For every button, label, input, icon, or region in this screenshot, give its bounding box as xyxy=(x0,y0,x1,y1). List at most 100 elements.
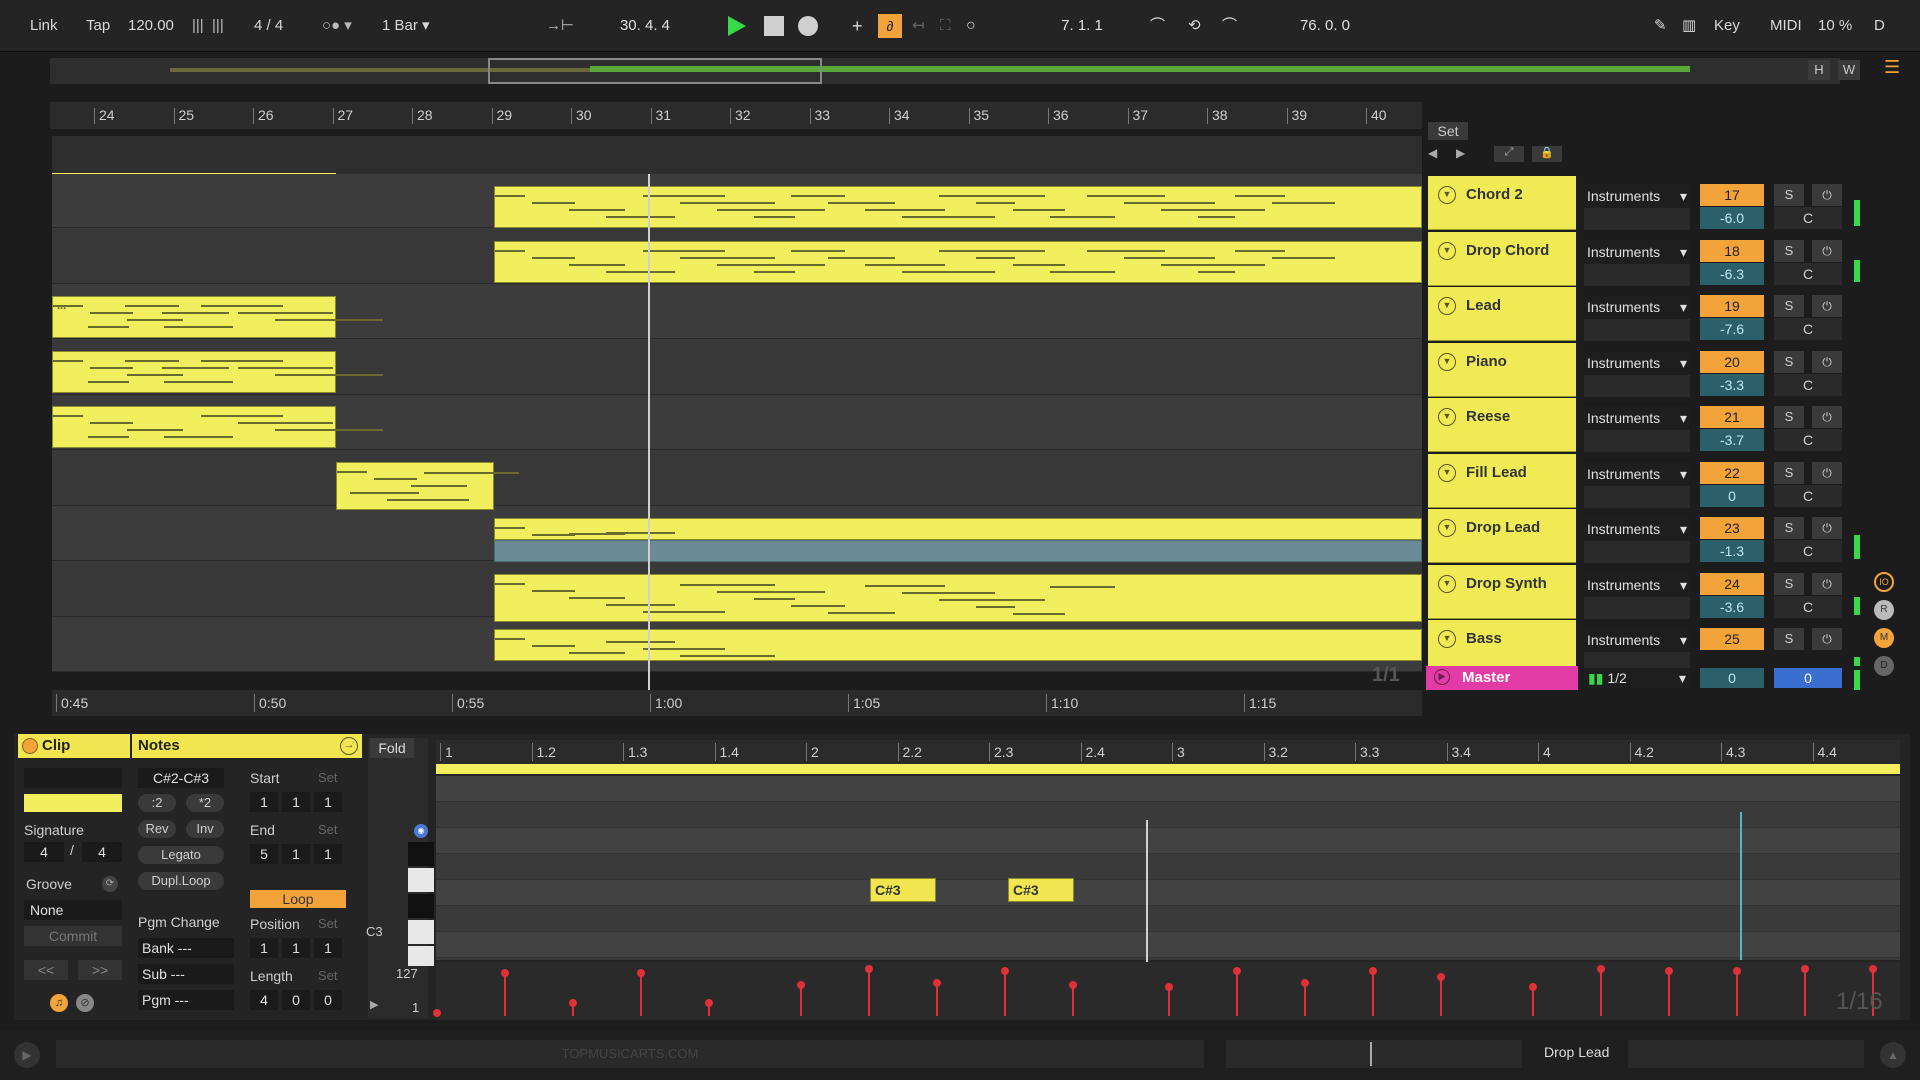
fold-icon[interactable]: ▼ xyxy=(1438,186,1456,204)
groove-hot-swap-icon[interactable]: ⟳ xyxy=(102,876,118,892)
track-activator[interactable]: 18 xyxy=(1700,239,1764,262)
arm-icon[interactable]: ⏻ xyxy=(1812,184,1842,206)
track-header[interactable]: ▼ Drop Synth xyxy=(1428,564,1576,619)
legato-button[interactable]: Legato xyxy=(138,846,224,864)
velocity-marker[interactable] xyxy=(1529,983,1537,1016)
solo-button[interactable]: S xyxy=(1774,572,1804,595)
arm-icon[interactable]: ⏻ xyxy=(1812,239,1842,262)
track-volume[interactable]: -3.6 xyxy=(1700,595,1764,618)
loop-brace[interactable] xyxy=(436,764,1900,774)
piano-key-black[interactable] xyxy=(408,842,434,866)
position-bar[interactable]: 1 xyxy=(250,938,278,958)
envelope-icon[interactable]: ⊘ xyxy=(76,994,94,1012)
position-set-button[interactable]: Set xyxy=(318,916,338,931)
track-activator[interactable]: 17 xyxy=(1700,184,1764,206)
track-monitor-field[interactable] xyxy=(1584,374,1690,397)
loop-toggle[interactable]: Loop xyxy=(250,890,346,908)
midi-clip[interactable] xyxy=(494,629,1422,661)
velocity-editor[interactable] xyxy=(433,962,1900,1020)
signature-denominator[interactable]: 4 xyxy=(82,842,122,862)
track-pan[interactable]: C xyxy=(1774,373,1842,396)
track-activator[interactable]: 24 xyxy=(1700,572,1764,595)
track-header[interactable]: ▼ Drop Lead xyxy=(1428,509,1576,563)
solo-button[interactable]: S xyxy=(1774,406,1804,428)
velocity-marker[interactable] xyxy=(1733,967,1741,1016)
track-monitor-field[interactable] xyxy=(1584,596,1690,619)
velocity-marker[interactable] xyxy=(1597,965,1605,1016)
velocity-marker[interactable] xyxy=(1665,967,1673,1016)
arm-icon[interactable]: ⏻ xyxy=(1812,517,1842,539)
track-volume[interactable]: 0 xyxy=(1700,484,1764,507)
clip-color-swatch[interactable] xyxy=(24,794,122,812)
track-header[interactable]: ▼ Drop Chord xyxy=(1428,231,1576,286)
time-signature-field[interactable]: 4 / 4 xyxy=(254,13,283,39)
track-header[interactable]: ▼ Piano xyxy=(1428,342,1576,397)
automation-arm-icon[interactable]: ∂ xyxy=(878,14,902,38)
clip-name-field[interactable] xyxy=(24,768,122,788)
velocity-marker[interactable] xyxy=(501,969,509,1016)
overview-viewport[interactable] xyxy=(488,58,822,84)
arm-icon[interactable]: ⏻ xyxy=(1812,461,1842,484)
arrangement-view[interactable]: ... xyxy=(52,174,1422,672)
track-monitor-field[interactable] xyxy=(1584,541,1690,563)
hide-detail-icon[interactable]: ▲ xyxy=(1880,1042,1906,1068)
clip-thumbnail[interactable] xyxy=(1226,1040,1522,1068)
track-input-select[interactable]: Instruments ▾ xyxy=(1584,406,1690,430)
start-beat[interactable]: 1 xyxy=(282,792,310,812)
tempo-field[interactable]: 120.00 xyxy=(128,13,174,39)
master-fold-icon[interactable]: ▶ xyxy=(1434,669,1450,685)
device-thumbnails[interactable] xyxy=(1628,1040,1864,1068)
stop-icon[interactable] xyxy=(764,16,784,36)
piano-roll-grid[interactable]: C#3 C#3 xyxy=(436,776,1900,960)
midi-map-button[interactable]: MIDI xyxy=(1770,13,1802,39)
track-monitor-field[interactable] xyxy=(1584,430,1690,452)
fold-icon[interactable]: ▼ xyxy=(1438,463,1456,482)
track-volume[interactable]: -7.6 xyxy=(1700,318,1764,340)
midi-clip[interactable] xyxy=(494,241,1422,283)
start-bar[interactable]: 1 xyxy=(250,792,278,812)
bank-field[interactable]: Bank --- xyxy=(138,938,234,958)
arm-icon[interactable]: ⏻ xyxy=(1812,572,1842,595)
track-lane[interactable] xyxy=(52,451,1422,506)
solo-button[interactable]: S xyxy=(1774,461,1804,484)
play-icon[interactable] xyxy=(728,16,746,36)
start-sixteenth[interactable]: 1 xyxy=(314,792,342,812)
track-header[interactable]: ▼ Reese xyxy=(1428,398,1576,452)
master-pan[interactable]: 0 xyxy=(1774,668,1842,688)
nudge-icon[interactable]: ||| ||| xyxy=(192,13,224,39)
position-sixteenth[interactable]: 1 xyxy=(314,938,342,958)
loop-length-field[interactable]: 76. 0. 0 xyxy=(1270,13,1380,39)
length-beat[interactable]: 0 xyxy=(282,990,310,1010)
tap-button[interactable]: Tap xyxy=(86,13,110,39)
add-icon[interactable]: + xyxy=(852,13,863,39)
track-volume[interactable]: -3.3 xyxy=(1700,373,1764,396)
track-pan[interactable]: C xyxy=(1774,595,1842,618)
arm-icon[interactable]: ⏻ xyxy=(1812,628,1842,650)
back-to-arrangement-icon[interactable]: ↤ xyxy=(912,13,925,39)
midi-clip[interactable]: ... xyxy=(52,296,383,338)
velocity-marker[interactable] xyxy=(865,965,873,1016)
groove-select[interactable]: None xyxy=(24,900,122,920)
signature-numerator[interactable]: 4 xyxy=(24,842,64,862)
solo-button[interactable]: S xyxy=(1774,184,1804,206)
track-volume[interactable]: -1.3 xyxy=(1700,540,1764,562)
end-beat[interactable]: 1 xyxy=(282,844,310,864)
quantize-select[interactable]: 1 Bar ▾ xyxy=(382,13,430,39)
link-button[interactable]: Link xyxy=(30,13,58,39)
master-volume[interactable]: 0 xyxy=(1700,668,1764,688)
track-volume[interactable]: -6.3 xyxy=(1700,262,1764,285)
solo-button[interactable]: S xyxy=(1774,517,1804,539)
track-input-select[interactable]: Instruments ▾ xyxy=(1584,572,1690,597)
track-activator[interactable]: 22 xyxy=(1700,461,1764,484)
velocity-marker[interactable] xyxy=(1233,967,1241,1016)
velocity-marker[interactable] xyxy=(1069,981,1077,1016)
prev-button[interactable]: << xyxy=(24,960,68,980)
piano-key-white[interactable] xyxy=(408,946,434,966)
punch-in-icon[interactable]: ⌒ xyxy=(1150,13,1165,39)
menu-icon[interactable]: ☰ xyxy=(1884,58,1906,78)
punch-out-icon[interactable]: ⌒ xyxy=(1222,13,1237,39)
length-bar[interactable]: 4 xyxy=(250,990,278,1010)
loop-switch-icon[interactable]: ⟲ xyxy=(1188,13,1201,39)
loop-start-field[interactable]: 7. 1. 1 xyxy=(1022,13,1142,39)
track-input-select[interactable]: Instruments ▾ xyxy=(1584,350,1690,375)
